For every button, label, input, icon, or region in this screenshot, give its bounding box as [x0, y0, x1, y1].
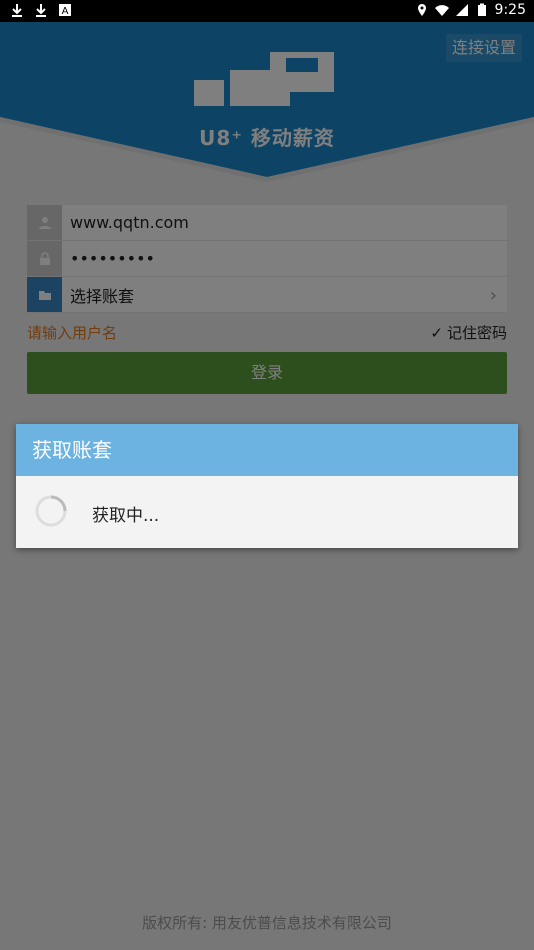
dialog-body: 获取中...: [16, 476, 518, 548]
signal-icon: [455, 4, 468, 16]
loading-spinner-icon: [35, 495, 67, 527]
svg-text:A: A: [62, 6, 69, 17]
wifi-icon: [434, 5, 449, 16]
a-box-icon: A: [59, 4, 71, 17]
location-icon: [417, 4, 426, 16]
loading-message: 获取中...: [92, 506, 160, 526]
download-icon: [12, 4, 22, 17]
status-time: 9:25: [494, 2, 526, 18]
loading-dialog: 获取账套 获取中...: [16, 424, 518, 548]
battery-icon: [477, 3, 486, 16]
status-bar: A 9:25: [0, 0, 534, 22]
dialog-title: 获取账套: [16, 424, 518, 476]
download-icon: [36, 4, 46, 17]
